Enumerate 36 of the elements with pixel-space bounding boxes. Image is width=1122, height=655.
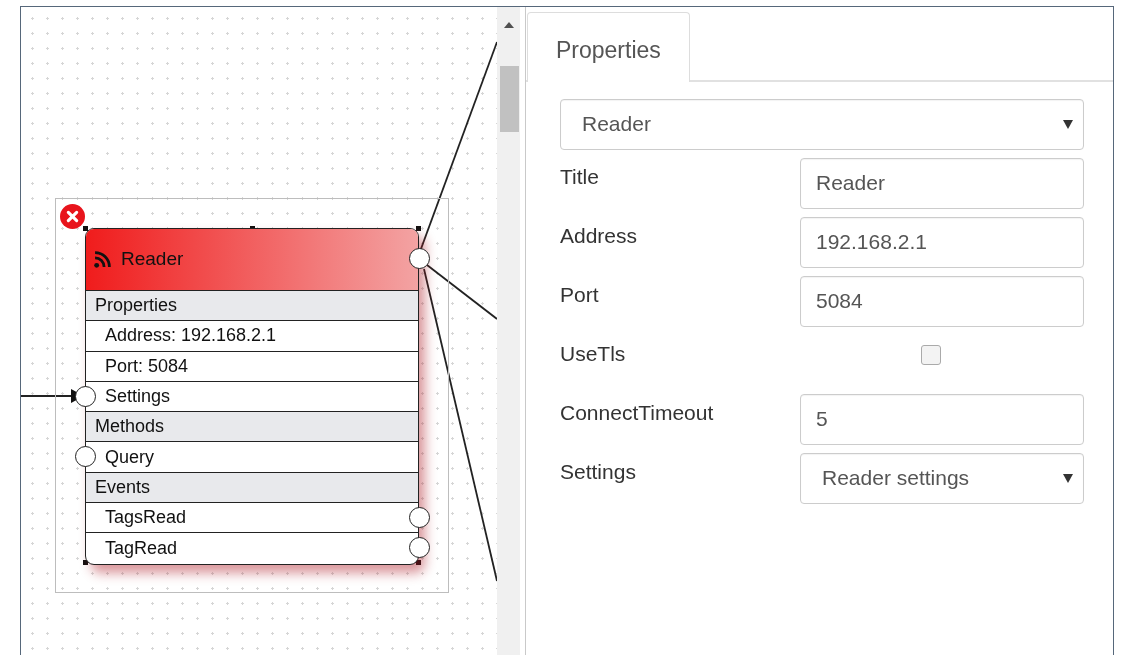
field-label: Port xyxy=(560,281,600,308)
field-label: Settings xyxy=(560,458,637,485)
section-heading: Methods xyxy=(86,412,418,443)
scrollbar-thumb[interactable] xyxy=(500,66,519,132)
node-title: Reader xyxy=(121,247,184,272)
input-field[interactable]: 5 xyxy=(800,393,1084,445)
member-label: TagsRead xyxy=(105,506,187,530)
member-label: Query xyxy=(105,445,155,469)
resize-handle[interactable] xyxy=(83,226,88,231)
delete-icon[interactable] xyxy=(60,204,85,229)
scrollbar[interactable] xyxy=(497,7,520,655)
caret-icon xyxy=(1063,119,1073,129)
member-label: Settings xyxy=(105,385,171,409)
tab[interactable]: Properties xyxy=(527,12,690,82)
section-heading: Events xyxy=(86,472,418,504)
resize-handle[interactable] xyxy=(416,560,421,565)
node-card[interactable]: Reader Properties Address: 192.168.2.1 Port: 5084 Settings Methods Query Events TagsRead TagRead xyxy=(85,228,419,565)
field-label: UseTls xyxy=(560,340,627,367)
member-label: Port: 5084 xyxy=(105,354,189,378)
dropdown[interactable]: Reader settings xyxy=(800,452,1084,504)
field-label: Address xyxy=(560,222,639,249)
section-heading: Properties xyxy=(86,291,418,322)
resize-handle[interactable] xyxy=(416,226,421,231)
resize-handle[interactable] xyxy=(83,560,88,565)
checkbox[interactable] xyxy=(921,344,941,365)
field-label: ConnectTimeout xyxy=(560,399,715,426)
input-field[interactable]: 5084 xyxy=(800,275,1084,327)
rss-icon xyxy=(94,251,111,268)
scroll-up-icon[interactable] xyxy=(503,22,514,28)
field-label: Title xyxy=(560,163,600,190)
object-dropdown[interactable]: Reader xyxy=(560,98,1084,150)
member-label: Address: 192.168.2.1 xyxy=(105,324,277,348)
member-label: TagRead xyxy=(105,537,178,560)
input-field[interactable]: 192.168.2.1 xyxy=(800,216,1084,268)
caret-icon xyxy=(1063,473,1073,483)
input-field[interactable]: Reader xyxy=(800,157,1084,209)
